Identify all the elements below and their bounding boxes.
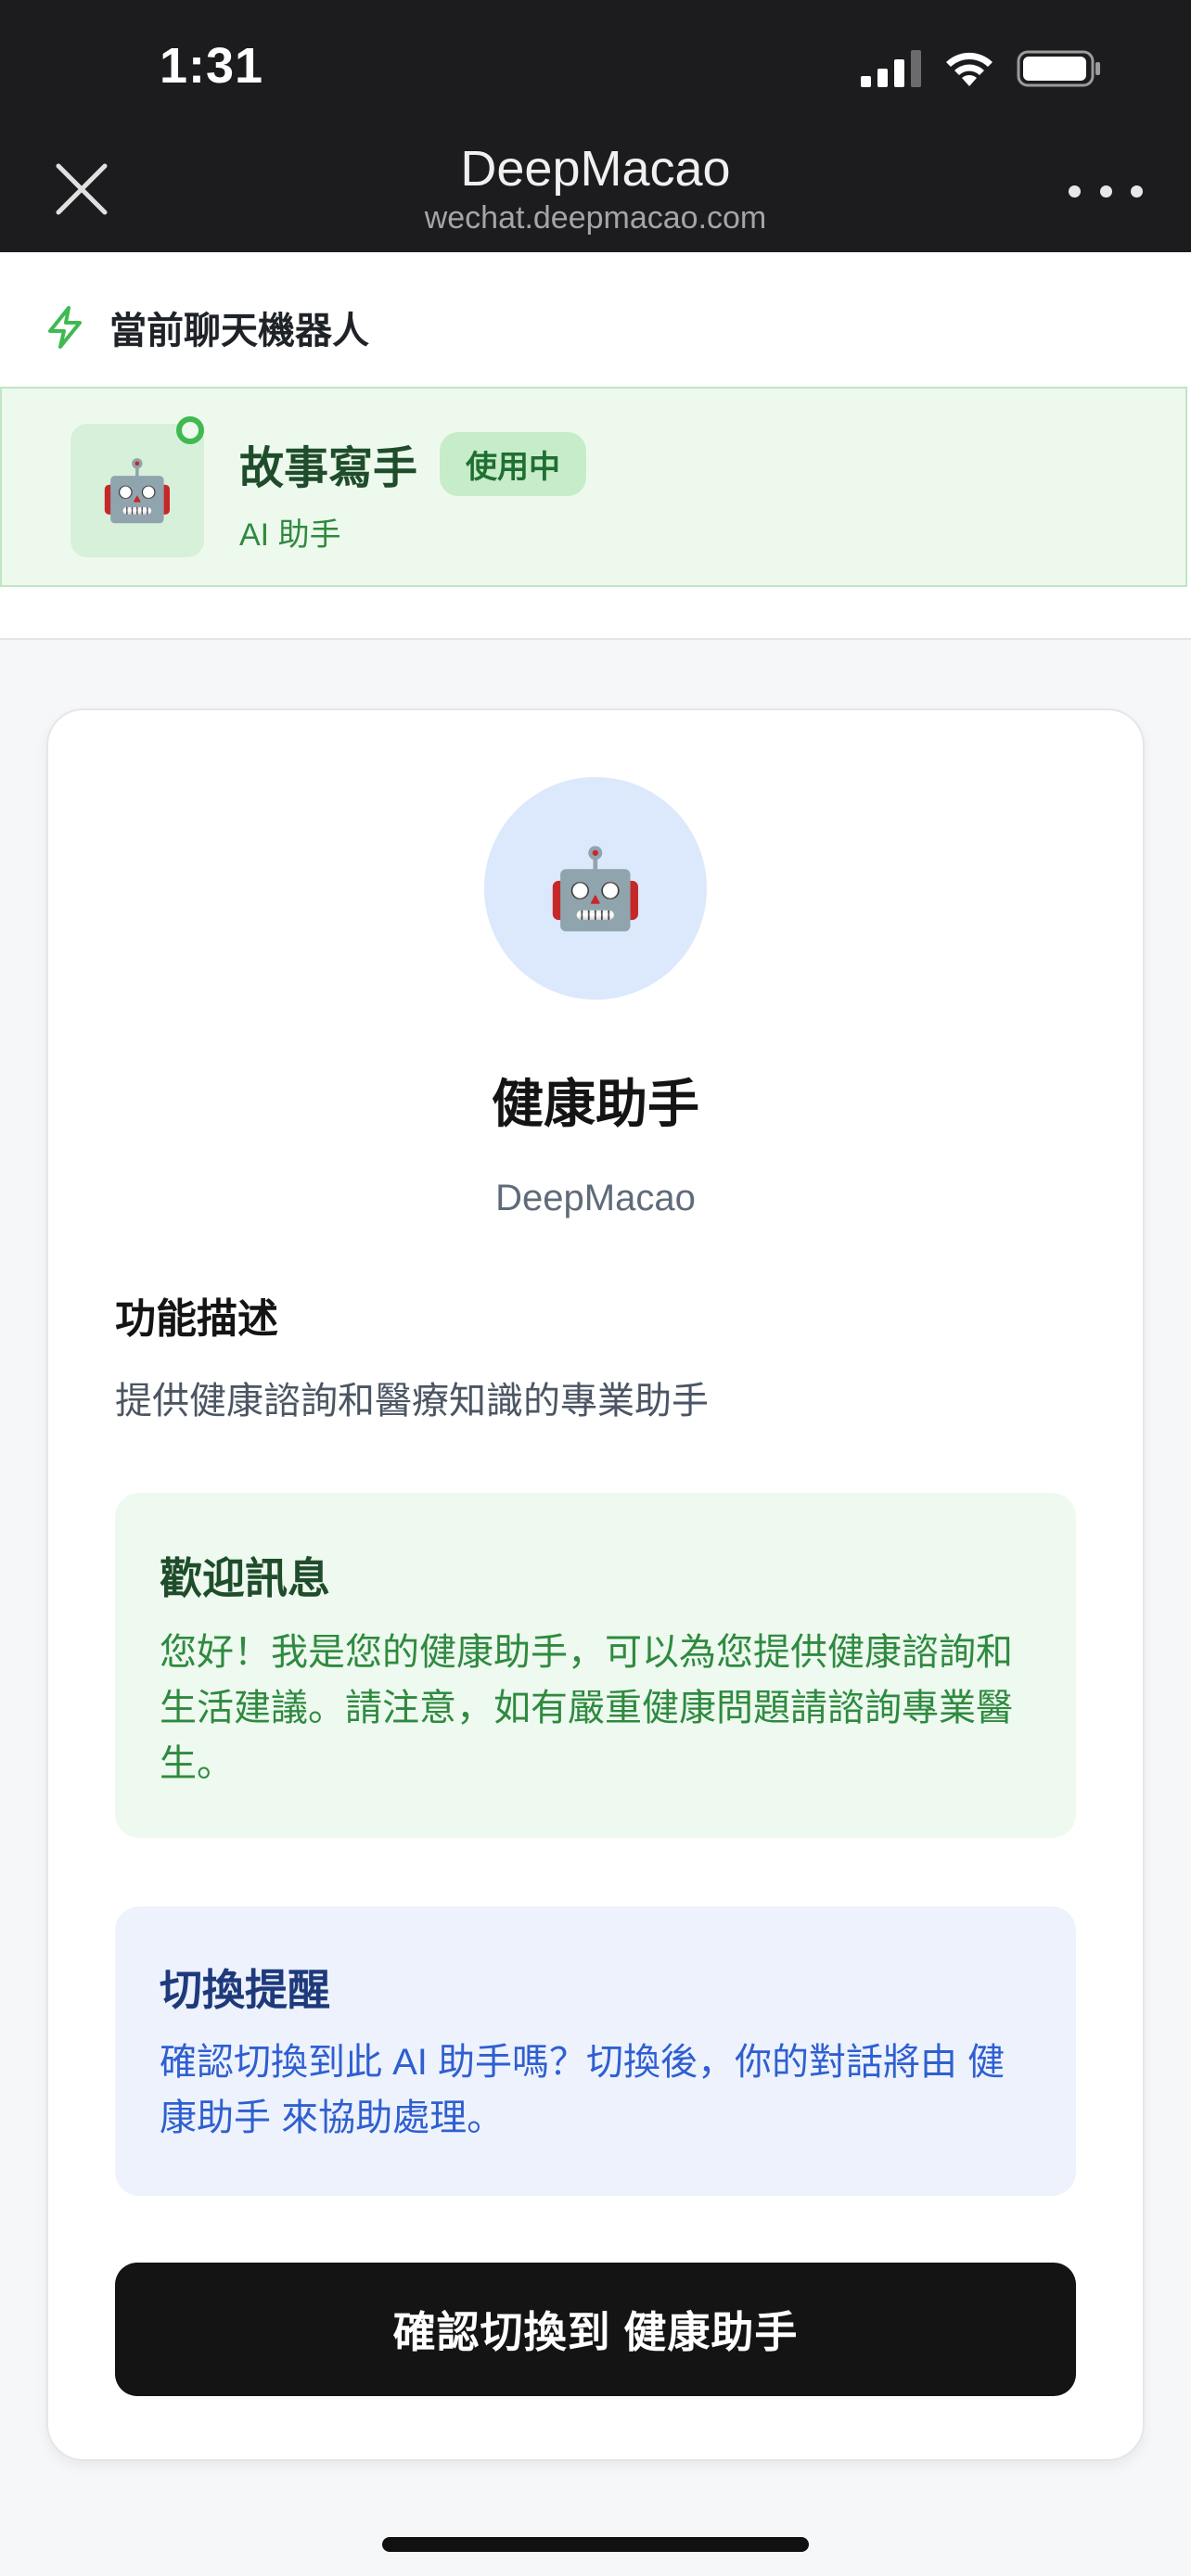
current-bot-type: AI 助手 [239,517,341,553]
in-use-badge: 使用中 [440,431,587,496]
current-bot-heading: 當前聊天機器人 [109,311,369,351]
nav-url: wechat.deepmacao.com [424,200,767,236]
switch-reminder-heading: 切換提醒 [160,1966,330,2014]
welcome-message-box: 歡迎訊息 您好！我是您的健康助手，可以為您提供健康諮詢和生活建議。請注意，如有嚴… [115,1493,1076,1838]
wifi-icon [946,52,992,86]
current-bot-section: 當前聊天機器人 🤖 故事寫手 使用中 AI 助手 [0,252,1191,640]
online-status-dot [176,416,204,444]
status-time: 1:31 [160,38,264,94]
bot-name: 健康助手 [492,1075,699,1133]
bot-detail-card: 🤖 健康助手 DeepMacao 功能描述 提供健康諮詢和醫療知識的專業助手 歡… [46,708,1145,2461]
switch-reminder-text: 確認切換到此 AI 助手嗎？切換後，你的對話將由 健康助手 來協助處理。 [160,2042,1005,2138]
battery-icon [1017,50,1100,87]
top-bar: 1:31 DeepMacao wechat.deepmacao.com [0,0,1191,252]
more-dot-icon [1099,185,1112,198]
more-dot-icon [1131,185,1143,198]
current-bot-name-row: 故事寫手 使用中 [239,431,587,496]
description-heading: 功能描述 [115,1296,278,1342]
current-bot-header: 當前聊天機器人 [45,300,369,354]
nav-title-group: DeepMacao wechat.deepmacao.com [0,139,1191,237]
switch-reminder-box: 切換提醒 確認切換到此 AI 助手嗎？切換後，你的對話將由 健康助手 來協助處理… [115,1906,1076,2196]
current-bot-avatar: 🤖 [70,424,204,557]
more-options-button[interactable] [1069,174,1143,208]
more-dot-icon [1069,185,1081,198]
current-bot-card[interactable]: 🤖 故事寫手 使用中 AI 助手 [0,387,1187,587]
lightning-icon [48,306,82,349]
nav-title: DeepMacao [460,141,731,197]
confirm-switch-button[interactable]: 確認切換到 健康助手 [115,2263,1076,2396]
status-icons [861,48,1102,89]
bot-provider: DeepMacao [495,1178,696,1218]
bot-avatar: 🤖 [484,777,707,1000]
welcome-text: 您好！我是您的健康助手，可以為您提供健康諮詢和生活建議。請注意，如有嚴重健康問題… [160,1632,1013,1784]
welcome-heading: 歡迎訊息 [160,1554,330,1602]
current-bot-name: 故事寫手 [239,444,418,493]
home-indicator[interactable] [382,2537,809,2552]
signal-icon [861,50,921,87]
description-text: 提供健康諮詢和醫療知識的專業助手 [115,1381,709,1422]
